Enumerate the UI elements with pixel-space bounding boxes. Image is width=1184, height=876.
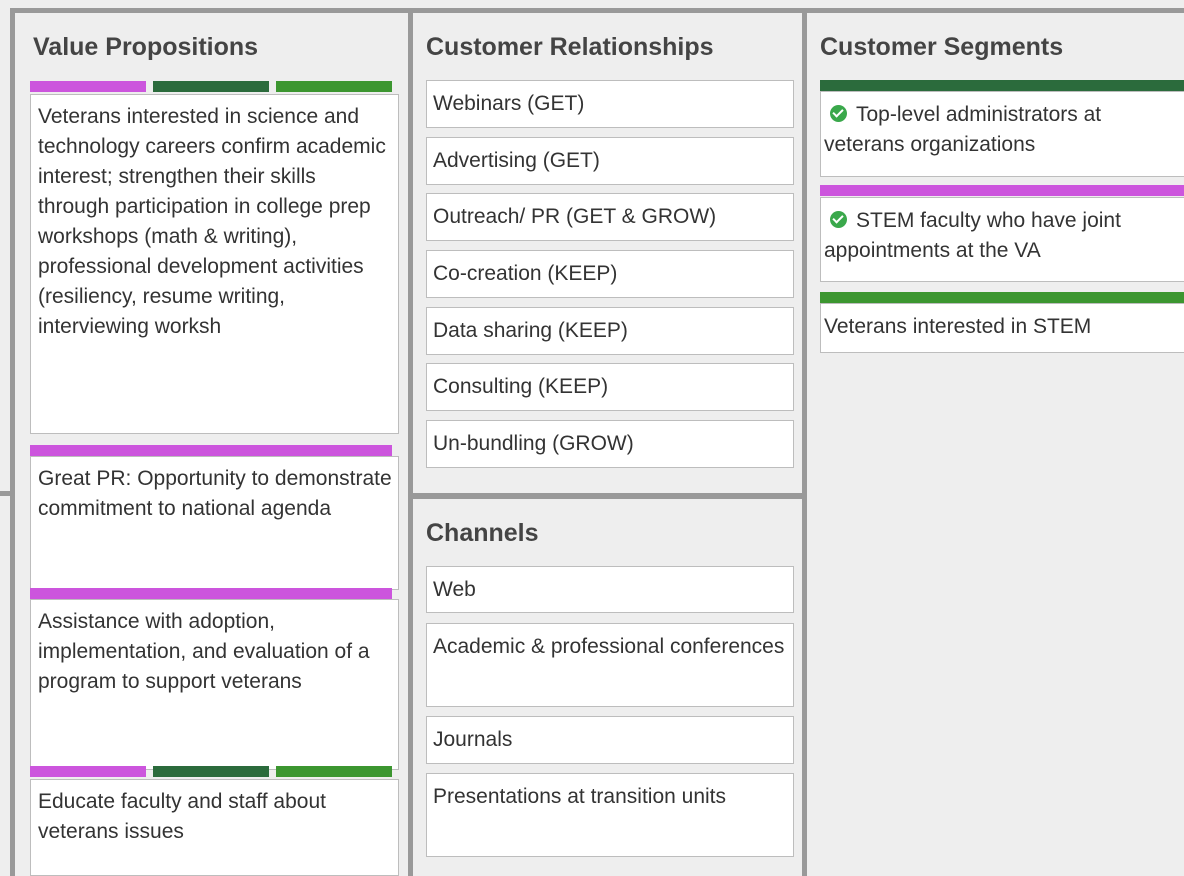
check-circle-icon [830, 105, 847, 122]
customer-segments-section: Customer Segments Top-level administrato… [807, 13, 1184, 876]
customer-relationships-section: Customer Relationships Webinars (GET) Adv… [413, 13, 802, 493]
channel-card[interactable]: Web [426, 566, 794, 613]
channels-title: Channels [426, 519, 539, 547]
value-proposition-card[interactable]: Assistance with adoption, implementation… [30, 599, 399, 770]
tag-bar-green [820, 292, 1184, 303]
customer-relationship-card[interactable]: Data sharing (KEEP) [426, 307, 794, 355]
value-proposition-card[interactable]: Educate faculty and staff about veterans… [30, 779, 399, 876]
channel-card[interactable]: Academic & professional conferences [426, 623, 794, 707]
customer-segment-card[interactable]: Top-level administrators at veterans org… [820, 91, 1184, 177]
tag-bar-magenta [30, 81, 146, 92]
value-proposition-card[interactable]: Great PR: Opportunity to demonstrate com… [30, 456, 399, 590]
tag-bar-magenta [30, 588, 392, 599]
tag-bar-magenta [30, 766, 146, 777]
tag-bar-magenta [30, 445, 392, 456]
customer-segment-label: STEM faculty who have joint appointments… [824, 209, 1121, 262]
value-proposition-card[interactable]: Veterans interested in science and techn… [30, 94, 399, 434]
customer-segment-label: Top-level administrators at veterans org… [824, 103, 1102, 156]
customer-relationships-title: Customer Relationships [426, 33, 714, 61]
customer-relationship-card[interactable]: Co-creation (KEEP) [426, 250, 794, 298]
customer-relationship-card[interactable]: Advertising (GET) [426, 137, 794, 185]
tag-bar-green [276, 766, 392, 777]
channel-card[interactable]: Presentations at transition units [426, 773, 794, 857]
check-circle-icon [830, 211, 847, 228]
tag-bar-dark-green [820, 80, 1184, 91]
customer-relationship-card[interactable]: Consulting (KEEP) [426, 363, 794, 411]
customer-segment-card[interactable]: STEM faculty who have joint appointments… [820, 197, 1184, 282]
customer-segment-label: Veterans interested in STEM [824, 315, 1092, 338]
left-stub-divider [0, 491, 10, 496]
value-propositions-section: Value Propositions Veterans interested i… [15, 13, 408, 876]
customer-relationship-card[interactable]: Webinars (GET) [426, 80, 794, 128]
tag-bar-magenta [820, 185, 1184, 196]
customer-relationship-card[interactable]: Outreach/ PR (GET & GROW) [426, 193, 794, 241]
customer-relationship-card[interactable]: Un-bundling (GROW) [426, 420, 794, 468]
tag-bar-dark-green [153, 81, 269, 92]
customer-segment-card[interactable]: Veterans interested in STEM [820, 303, 1184, 353]
tag-bar-green [276, 81, 392, 92]
tag-bar-dark-green [153, 766, 269, 777]
channels-section: Channels Web Academic & professional conf… [413, 499, 802, 876]
value-propositions-title: Value Propositions [33, 33, 259, 61]
customer-segments-title: Customer Segments [820, 33, 1064, 61]
channel-card[interactable]: Journals [426, 716, 794, 764]
